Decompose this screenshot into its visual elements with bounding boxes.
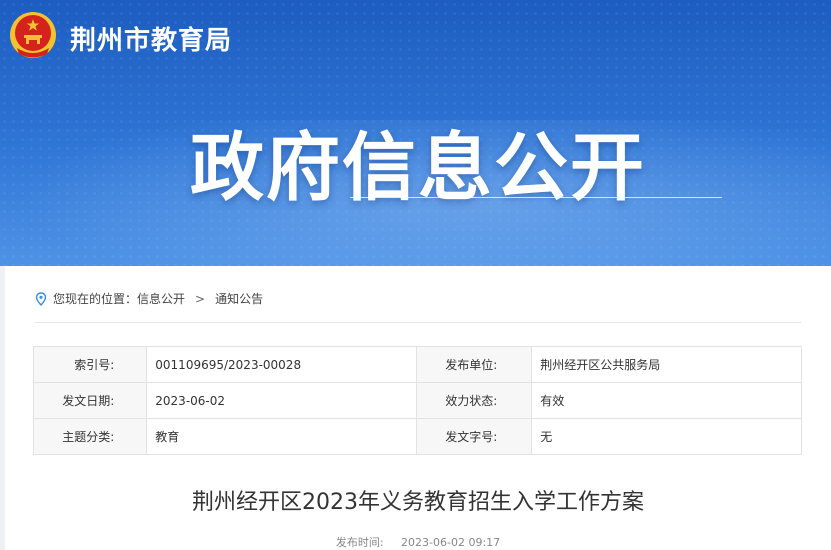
national-emblem-icon (10, 12, 56, 58)
validity-status-value: 有效 (531, 382, 802, 419)
issue-date-label: 发文日期: (32, 382, 148, 419)
publisher-label: 发布单位: (415, 346, 533, 383)
content-panel: 您现在的位置： 信息公开 > 通知公告 索引号: 001109695/2023-… (5, 266, 831, 550)
hero-underline (350, 197, 722, 198)
table-row: 主题分类: 教育 发文字号: 无 (32, 418, 802, 455)
divider (35, 322, 801, 323)
hero-title: 政府信息公开 (190, 125, 646, 211)
site-name[interactable]: 荆州市教育局 (70, 20, 232, 57)
header-banner: 荆州市教育局 政府信息公开 (0, 0, 831, 266)
index-number-value: 001109695/2023-00028 (146, 346, 417, 383)
table-row: 发文日期: 2023-06-02 效力状态: 有效 (32, 382, 802, 419)
breadcrumb-item-notices[interactable]: 通知公告 (215, 290, 263, 307)
breadcrumb-separator: > (195, 291, 206, 306)
document-number-value: 无 (531, 418, 802, 455)
validity-status-label: 效力状态: (415, 382, 533, 419)
issue-date-value: 2023-06-02 (146, 382, 417, 419)
document-number-label: 发文字号: (415, 418, 533, 455)
breadcrumb-item-info-public[interactable]: 信息公开 (137, 290, 185, 307)
subject-category-value: 教育 (146, 418, 417, 455)
table-row: 索引号: 001109695/2023-00028 发布单位: 荆州经开区公共服… (32, 346, 802, 383)
subject-category-label: 主题分类: (32, 418, 148, 455)
publish-time-value: 2023-06-02 09:17 (401, 536, 501, 549)
document-meta-table: 索引号: 001109695/2023-00028 发布单位: 荆州经开区公共服… (32, 346, 802, 455)
article-title: 荆州经开区2023年义务教育招生入学工作方案 (192, 490, 644, 515)
breadcrumb: 您现在的位置： 信息公开 > 通知公告 (35, 290, 263, 307)
publish-time: 发布时间: 2023-06-02 09:17 (5, 534, 831, 550)
location-pin-icon (35, 291, 47, 306)
publisher-value: 荆州经开区公共服务局 (531, 346, 802, 383)
publish-time-label: 发布时间: (335, 536, 384, 549)
index-number-label: 索引号: (32, 346, 148, 383)
breadcrumb-prefix: 您现在的位置： (53, 292, 138, 306)
